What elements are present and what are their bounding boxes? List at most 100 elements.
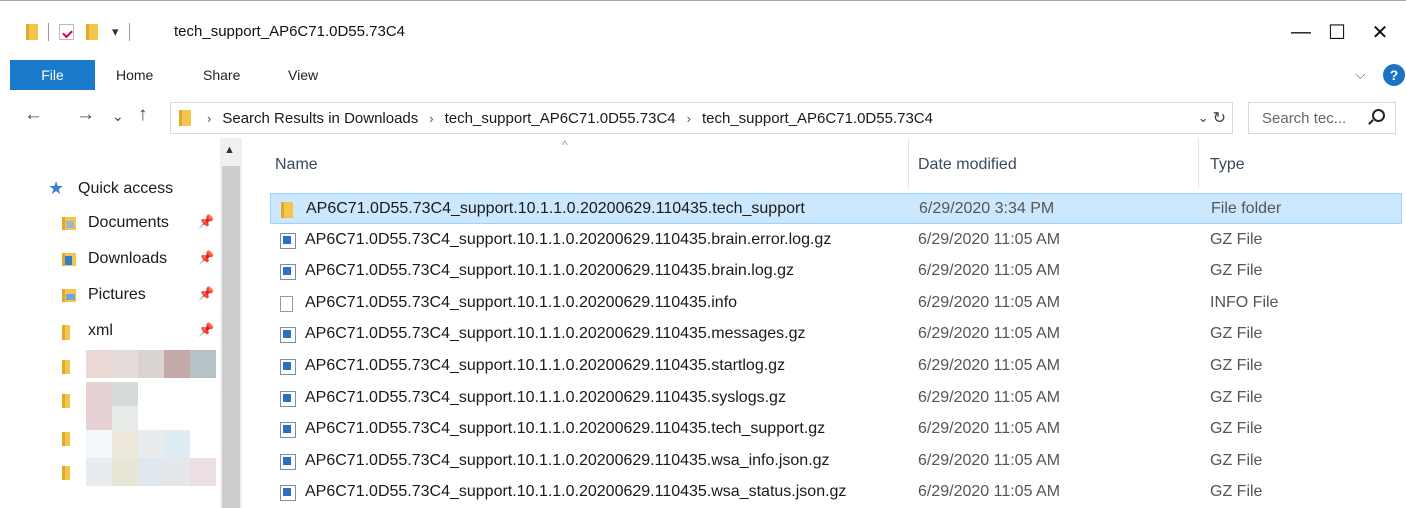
table-row[interactable]: AP6C71.0D55.73C4_support.10.1.1.0.202006… <box>270 256 1402 287</box>
table-row[interactable]: AP6C71.0D55.73C4_support.10.1.1.0.202006… <box>270 193 1402 224</box>
breadcrumb-separator[interactable]: › <box>429 111 433 126</box>
file-date-modified: 6/29/2020 11:05 AM <box>918 483 1061 501</box>
tab-file[interactable]: File <box>10 60 95 90</box>
search-placeholder: Search tec... <box>1262 109 1347 127</box>
file-date-modified: 6/29/2020 3:34 PM <box>919 200 1055 217</box>
file-type: File folder <box>1211 200 1282 217</box>
file-name: AP6C71.0D55.73C4_support.10.1.1.0.202006… <box>305 420 826 438</box>
tab-share[interactable]: Share <box>203 67 240 83</box>
file-date-modified: 6/29/2020 11:05 AM <box>918 451 1061 469</box>
column-header-date[interactable]: Date modified <box>918 156 1017 174</box>
sidebar-item-label: Pictures <box>88 286 146 303</box>
sidebar-item-documents[interactable]: Documents 📌 <box>60 210 220 236</box>
refresh-button[interactable]: ↻ <box>1213 108 1226 128</box>
file-name: AP6C71.0D55.73C4_support.10.1.1.0.202006… <box>305 325 806 343</box>
scrollbar-thumb[interactable] <box>222 166 240 508</box>
window-title: tech_support_AP6C71.0D55.73C4 <box>174 23 405 40</box>
sidebar-item-label: Downloads <box>88 250 168 267</box>
sidebar-item-obscured[interactable] <box>60 458 220 488</box>
table-row[interactable]: AP6C71.0D55.73C4_support.10.1.1.0.202006… <box>270 288 1402 319</box>
file-date-modified: 6/29/2020 11:05 AM <box>918 262 1061 280</box>
blurred-label <box>112 350 138 378</box>
column-header-name[interactable]: Name <box>275 156 318 174</box>
table-row[interactable]: AP6C71.0D55.73C4_support.10.1.1.0.202006… <box>270 477 1402 508</box>
ribbon-tabs: File Home Share View ⌵ ? <box>0 60 1406 90</box>
forward-button[interactable]: → <box>76 104 95 126</box>
address-bar[interactable]: › Search Results in Downloads › tech_sup… <box>170 102 1233 134</box>
blurred-label <box>112 430 138 458</box>
sidebar-item-obscured[interactable] <box>60 350 220 382</box>
blurred-label <box>112 406 138 430</box>
toolbar-divider <box>48 23 49 41</box>
up-button[interactable]: ↑ <box>138 104 148 126</box>
tab-home[interactable]: Home <box>116 67 153 83</box>
file-type: GZ File <box>1210 451 1263 469</box>
recent-locations-button[interactable]: ⌄ <box>112 108 124 125</box>
help-icon[interactable]: ? <box>1383 64 1405 86</box>
properties-icon[interactable] <box>59 24 74 40</box>
expand-ribbon-icon[interactable]: ⌵ <box>1355 66 1366 83</box>
column-divider[interactable] <box>1198 138 1199 188</box>
address-dropdown-button[interactable]: ⌄ <box>1198 110 1209 126</box>
gz-file-icon <box>280 485 296 502</box>
file-type: GZ File <box>1210 357 1263 374</box>
sidebar-item-obscured[interactable] <box>60 382 220 430</box>
breadcrumb-separator[interactable]: › <box>207 111 211 126</box>
gz-file-icon <box>280 390 296 407</box>
new-folder-icon[interactable] <box>86 24 98 40</box>
file-type: GZ File <box>1210 483 1263 501</box>
pin-icon[interactable]: 📌 <box>198 322 214 338</box>
sidebar-item-downloads[interactable]: Downloads 📌 <box>60 246 220 272</box>
pin-icon[interactable]: 📌 <box>198 286 214 302</box>
file-name: AP6C71.0D55.73C4_support.10.1.1.0.202006… <box>305 230 832 248</box>
blurred-label <box>86 382 112 430</box>
table-row[interactable]: AP6C71.0D55.73C4_support.10.1.1.0.202006… <box>270 319 1402 350</box>
customize-toolbar-dropdown[interactable]: ▾ <box>112 24 119 40</box>
back-button[interactable]: ← <box>24 104 43 126</box>
blurred-label <box>164 458 190 486</box>
blurred-label <box>164 430 190 458</box>
column-divider[interactable] <box>908 138 909 188</box>
blurred-label <box>138 458 164 486</box>
gz-file-icon <box>280 359 296 375</box>
search-icon[interactable] <box>1372 109 1385 122</box>
sidebar-item-xml[interactable]: xml 📌 <box>60 318 220 344</box>
sidebar-item-quick-access[interactable]: Quick access <box>78 176 238 202</box>
documents-folder-icon <box>60 215 78 231</box>
column-header-type[interactable]: Type <box>1210 156 1245 174</box>
close-button[interactable]: ✕ <box>1357 15 1403 49</box>
table-row[interactable]: AP6C71.0D55.73C4_support.10.1.1.0.202006… <box>270 383 1402 414</box>
navigation-bar: ← → ⌄ ↑ › Search Results in Downloads › … <box>0 100 1406 136</box>
sidebar-item-obscured[interactable] <box>60 430 220 460</box>
blurred-label <box>86 430 112 458</box>
scroll-up-arrow[interactable]: ▲ <box>224 144 235 156</box>
blurred-label <box>164 350 190 378</box>
table-row[interactable]: AP6C71.0D55.73C4_support.10.1.1.0.202006… <box>270 351 1402 382</box>
maximize-button[interactable]: ☐ <box>1288 15 1346 49</box>
star-icon: ★ <box>48 178 65 198</box>
pin-icon[interactable]: 📌 <box>198 214 214 230</box>
title-bar: ▾ tech_support_AP6C71.0D55.73C4 — ☐ ✕ <box>0 0 1406 50</box>
folder-icon <box>62 394 70 408</box>
downloads-folder-icon <box>60 251 78 267</box>
breadcrumb-separator[interactable]: › <box>687 111 691 126</box>
breadcrumb-tech-support-2[interactable]: tech_support_AP6C71.0D55.73C4 <box>702 110 933 127</box>
gz-file-icon <box>280 422 296 439</box>
table-row[interactable]: AP6C71.0D55.73C4_support.10.1.1.0.202006… <box>270 225 1402 256</box>
blurred-label <box>112 382 138 406</box>
table-row[interactable]: AP6C71.0D55.73C4_support.10.1.1.0.202006… <box>270 414 1402 445</box>
maximize-icon: ☐ <box>1328 21 1346 44</box>
toolbar-divider <box>128 23 130 41</box>
blurred-label <box>138 430 164 458</box>
tab-view[interactable]: View <box>288 67 318 83</box>
folder-icon <box>281 202 293 218</box>
table-row[interactable]: AP6C71.0D55.73C4_support.10.1.1.0.202006… <box>270 446 1402 477</box>
blurred-label <box>190 458 216 486</box>
breadcrumb-search-results[interactable]: Search Results in Downloads <box>222 110 418 127</box>
breadcrumb-tech-support-1[interactable]: tech_support_AP6C71.0D55.73C4 <box>445 110 676 127</box>
folder-icon <box>62 466 70 480</box>
file-icon <box>280 295 293 312</box>
sidebar-item-pictures[interactable]: Pictures 📌 <box>60 282 220 308</box>
pin-icon[interactable]: 📌 <box>198 250 214 266</box>
search-input[interactable]: Search tec... <box>1248 102 1396 134</box>
